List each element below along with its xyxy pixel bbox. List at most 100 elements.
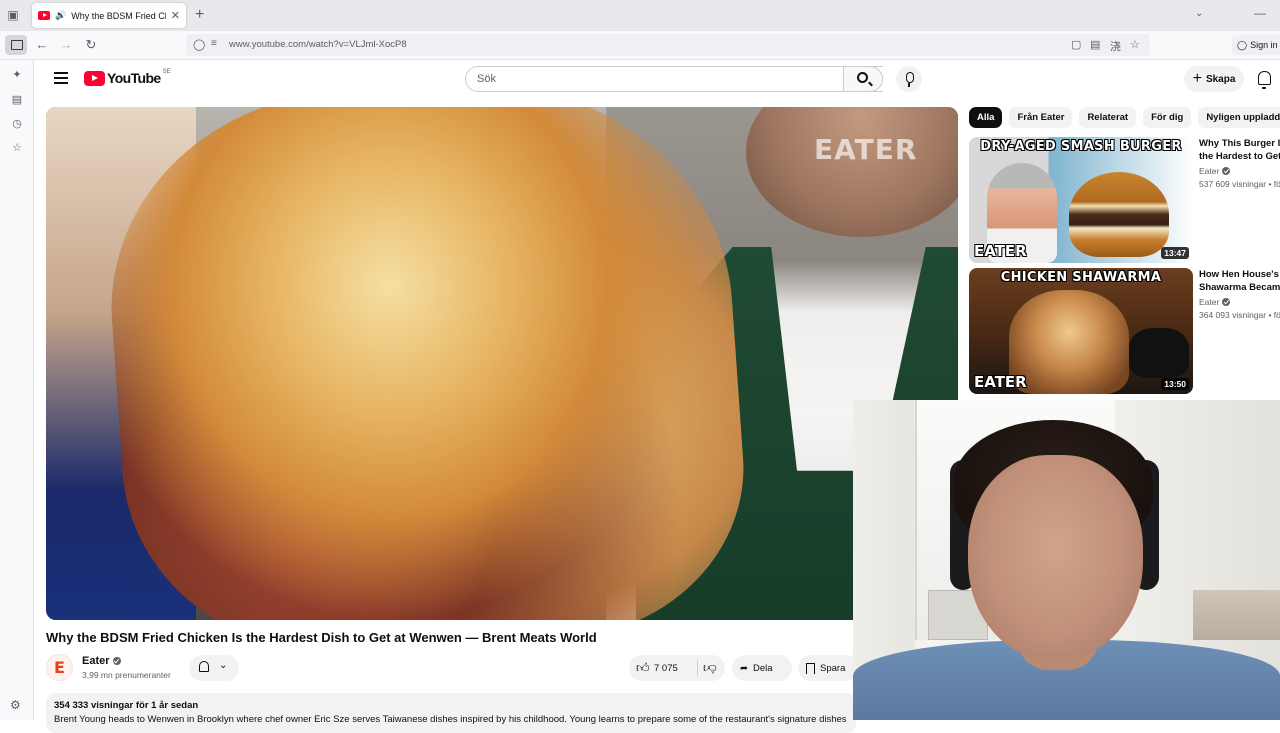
- video-thumbnail[interactable]: CHICKEN SHAWARMA EATER 13:50: [969, 268, 1193, 394]
- recommended-channel[interactable]: Eater: [1199, 297, 1280, 307]
- recommended-title-line[interactable]: How Hen House's C: [1199, 268, 1280, 281]
- back-arrow-icon[interactable]: ←: [33, 36, 51, 54]
- reload-icon[interactable]: ↻: [82, 36, 100, 54]
- search-icon: [857, 72, 868, 83]
- search-button[interactable]: [843, 66, 883, 92]
- recommended-title-line[interactable]: Shawarma Became: [1199, 281, 1280, 294]
- verified-badge-icon: [112, 657, 121, 665]
- chevron-down-icon: ⌄: [219, 660, 228, 671]
- subscriber-count: 3,99 mn prenumeranter: [82, 670, 171, 680]
- chip-all[interactable]: Alla: [969, 107, 1003, 128]
- like-thumb-icon[interactable]: 👍︎: [636, 660, 650, 675]
- url-bar[interactable]: ◯ ≡ www.youtube.com/watch?v=VLJml-XocP8 …: [186, 34, 1150, 56]
- subscription-bell-button[interactable]: ⌄: [189, 655, 239, 681]
- share-label: Dela: [752, 662, 773, 674]
- sidebar-toggle-button[interactable]: [5, 35, 27, 55]
- minimize-window-icon[interactable]: —: [1254, 6, 1266, 20]
- history-clock-icon[interactable]: ◷: [10, 117, 24, 131]
- recommended-video[interactable]: DRY-AGED SMASH BURGER EATER 13:47 Why Th…: [969, 137, 1280, 263]
- share-button[interactable]: ➦ Dela: [732, 655, 792, 681]
- new-tab-icon[interactable]: +: [195, 6, 204, 24]
- channel-name-wrap[interactable]: Eater: [82, 655, 121, 667]
- thumbnail-logo: EATER: [974, 373, 1027, 391]
- share-arrow-icon: ➦: [740, 662, 748, 674]
- chip-for-you[interactable]: För dig: [1143, 107, 1192, 128]
- menu-hamburger-icon[interactable]: [54, 72, 68, 84]
- recommended-video[interactable]: CHICKEN SHAWARMA EATER 13:50 How Hen Hou…: [969, 268, 1280, 394]
- filter-chips: Alla Från Eater Relaterat För dig Nylige…: [969, 107, 1280, 129]
- recommended-channel-name[interactable]: Eater: [1199, 297, 1219, 307]
- video-player[interactable]: EATER: [46, 107, 958, 620]
- video-duration: 13:47: [1161, 247, 1189, 259]
- verified-badge-icon: [1222, 167, 1231, 175]
- url-text[interactable]: www.youtube.com/watch?v=VLJml-XocP8: [229, 39, 407, 50]
- video-watermark: EATER: [814, 133, 918, 166]
- thumbnail-burger: [1069, 172, 1169, 257]
- close-tab-icon[interactable]: ✕: [171, 9, 180, 22]
- create-label: Skapa: [1205, 73, 1236, 85]
- dislike-thumb-icon[interactable]: 👍︎: [703, 661, 717, 676]
- country-code: SE: [162, 69, 171, 75]
- browser-tab-active[interactable]: 🔊 Why the BDSM Fried Chické ✕: [32, 3, 186, 28]
- youtube-wordmark: YouTube: [107, 70, 161, 86]
- chip-recently-uploaded[interactable]: Nyligen uppladdat: [1198, 107, 1280, 128]
- like-dislike-group: 👍︎ 7 075 👍︎: [629, 655, 725, 681]
- search-input[interactable]: Sök: [465, 66, 883, 92]
- chip-related[interactable]: Relaterat: [1079, 107, 1137, 128]
- create-button[interactable]: + Skapa: [1184, 66, 1244, 92]
- views-and-date: 354 333 visningar för 1 år sedan: [54, 700, 199, 711]
- bookmarks-icon[interactable]: ▤: [10, 93, 24, 107]
- recommended-channel-name[interactable]: Eater: [1199, 166, 1219, 176]
- recommended-views: 537 609 visningar • fö: [1199, 179, 1280, 189]
- picture-in-picture-icon[interactable]: ▢: [1071, 38, 1081, 51]
- permissions-icon[interactable]: ≡: [211, 38, 217, 49]
- video-duration: 13:50: [1161, 378, 1189, 390]
- save-label: Spara: [820, 662, 846, 674]
- recommended-title-line[interactable]: the Hardest to Get: [1199, 150, 1280, 163]
- webcam-person-face: [968, 455, 1143, 660]
- reader-mode-icon[interactable]: ▤: [1090, 38, 1100, 51]
- channel-name[interactable]: Eater: [82, 655, 110, 667]
- bookmark-star-icon[interactable]: ☆: [1130, 38, 1140, 51]
- chip-from-eater[interactable]: Från Eater: [1009, 107, 1073, 128]
- notifications-bell-icon[interactable]: [1258, 71, 1271, 89]
- thumbnail-shawarma: [1009, 290, 1129, 394]
- thumbnail-logo: EATER: [974, 242, 1027, 260]
- video-title: Why the BDSM Fried Chicken Is the Hardes…: [46, 630, 597, 645]
- verified-badge-icon: [1222, 298, 1231, 306]
- sign-in-label: Sign in: [1250, 40, 1278, 50]
- speaker-icon[interactable]: 🔊: [55, 10, 66, 21]
- thumbnail-headline: DRY-AGED SMASH BURGER: [980, 139, 1182, 154]
- chevron-down-icon[interactable]: ⌄: [1195, 8, 1203, 19]
- forward-arrow-icon[interactable]: →: [57, 36, 75, 54]
- youtube-header: YouTube SE Sök + Skapa: [34, 60, 1280, 98]
- bell-icon: [199, 661, 209, 672]
- webcam-overlay: [853, 400, 1280, 720]
- favorites-star-icon[interactable]: ☆: [10, 141, 24, 155]
- recommended-info[interactable]: Why This Burger Is the Hardest to Get Ea…: [1199, 137, 1280, 189]
- sign-in-button[interactable]: ◯ Sign in: [1232, 35, 1280, 55]
- browser-sidebar: ✦ ▤ ◷ ☆: [0, 60, 34, 720]
- browser-tab-bar: ▣ 🔊 Why the BDSM Fried Chické ✕ + ⌄ —: [0, 0, 1280, 31]
- translate-icon[interactable]: 浇: [1110, 38, 1121, 54]
- bookmark-icon: [806, 662, 815, 674]
- recommended-info[interactable]: How Hen House's C Shawarma Became Eater …: [1199, 268, 1280, 320]
- recommended-title-line[interactable]: Why This Burger Is: [1199, 137, 1280, 150]
- save-button[interactable]: Spara: [798, 655, 858, 681]
- channel-avatar[interactable]: E: [46, 654, 73, 681]
- recommended-channel[interactable]: Eater: [1199, 166, 1280, 176]
- search-placeholder: Sök: [477, 73, 496, 85]
- recommended-views: 364 093 visningar • fö: [1199, 310, 1280, 320]
- webcam-background-shelf: [1193, 590, 1280, 640]
- video-thumbnail[interactable]: DRY-AGED SMASH BURGER EATER 13:47: [969, 137, 1193, 263]
- like-count[interactable]: 7 075: [654, 663, 678, 674]
- tab-overview-icon[interactable]: ▣: [6, 8, 20, 22]
- fried-chicken-closeup: [97, 107, 755, 620]
- voice-search-button[interactable]: [896, 66, 922, 92]
- settings-gear-icon[interactable]: ⚙: [10, 698, 21, 712]
- ai-sparkle-icon[interactable]: ✦: [10, 68, 24, 82]
- description-box[interactable]: 354 333 visningar för 1 år sedan Brent Y…: [46, 693, 856, 733]
- shield-icon[interactable]: ◯: [193, 38, 205, 51]
- channel-row: E Eater 3,99 mn prenumeranter ⌄ 👍︎ 7 075…: [46, 653, 858, 683]
- youtube-logo[interactable]: YouTube SE: [84, 69, 171, 86]
